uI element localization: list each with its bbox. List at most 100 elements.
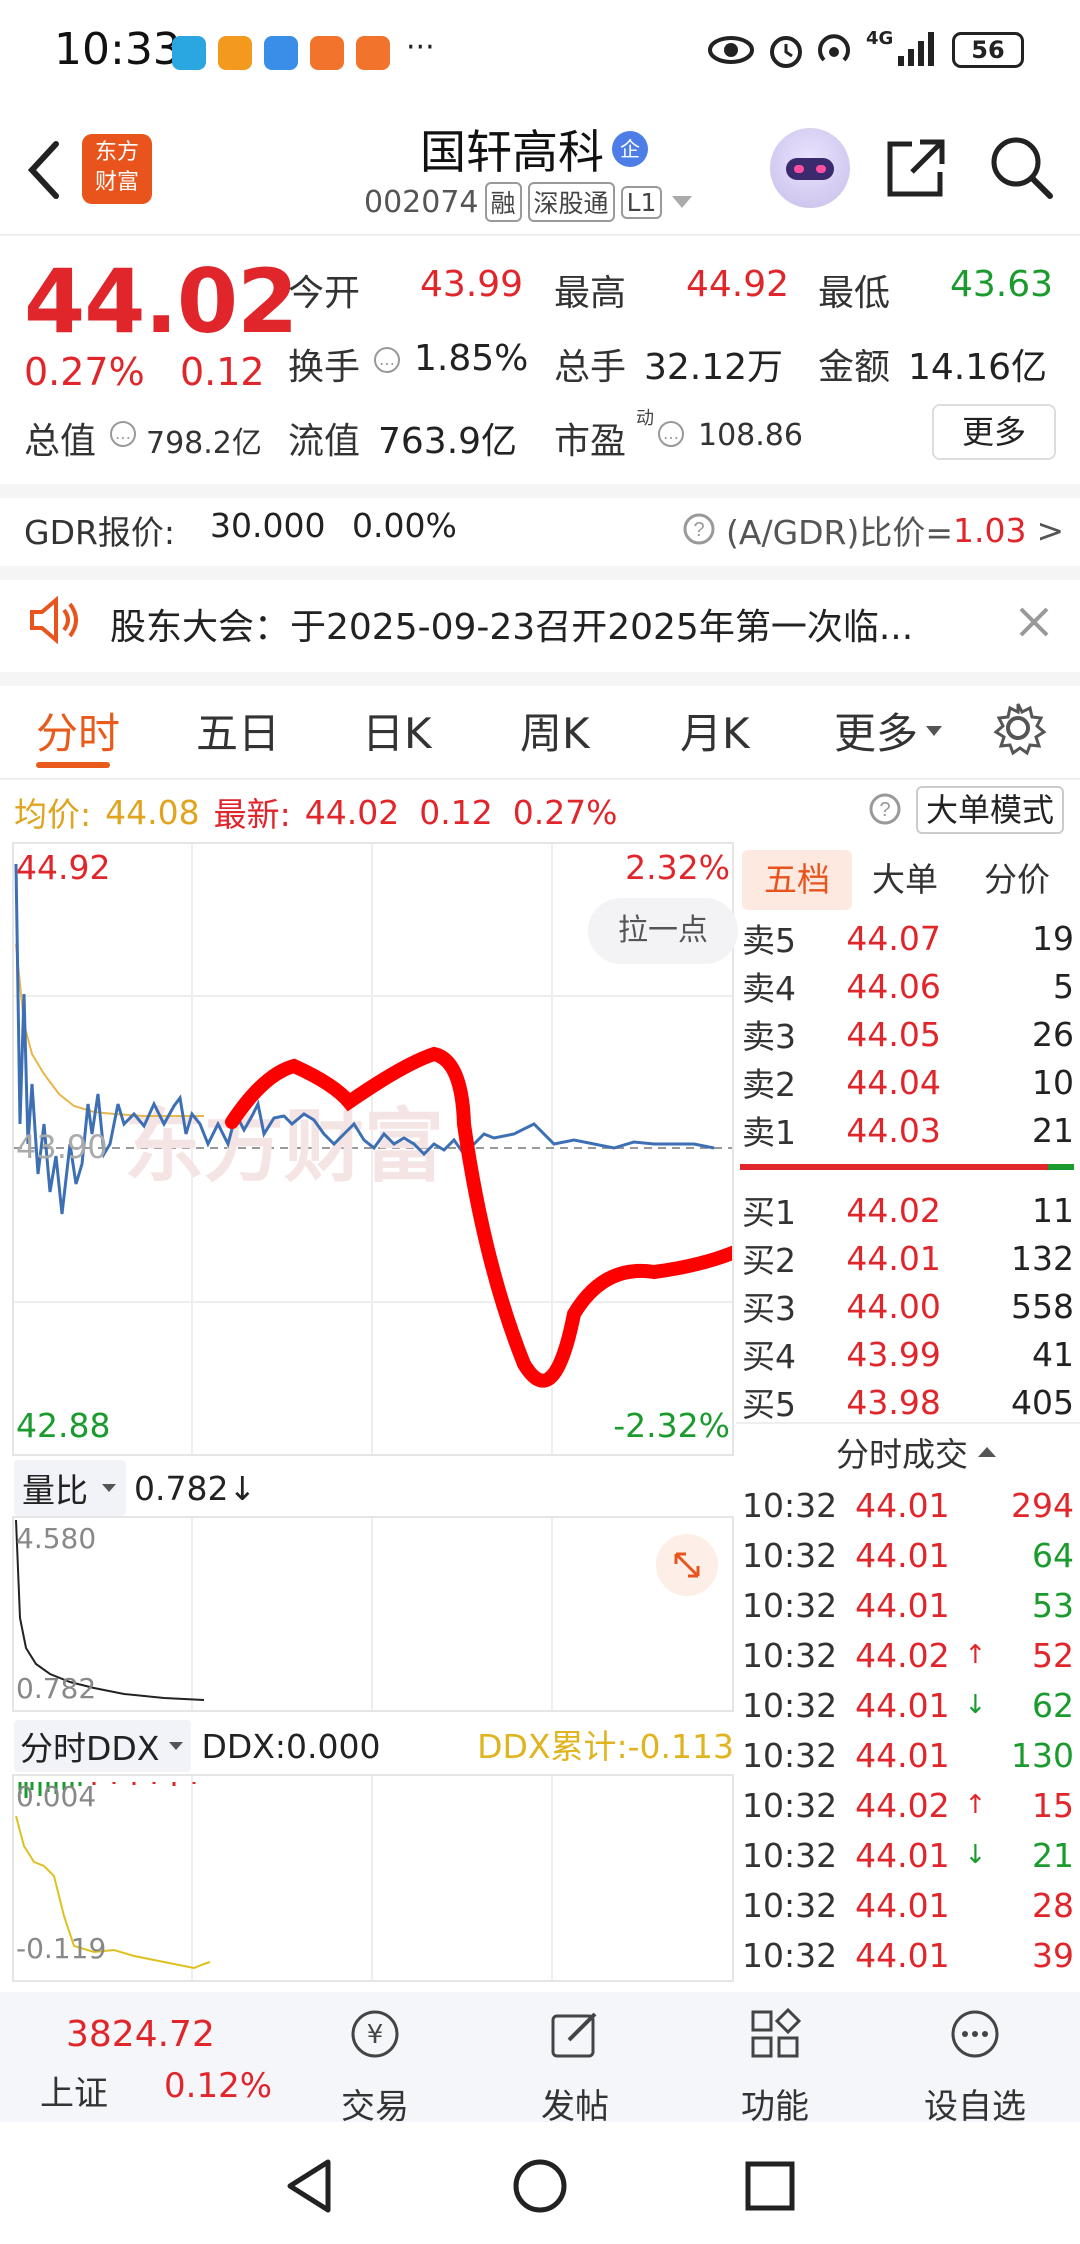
volume-ratio-value: 0.782 — [134, 1468, 229, 1508]
vol-ratio-bottom: 0.782 — [16, 1672, 97, 1705]
tab-daily-k[interactable]: 日K — [362, 700, 432, 761]
big-order-mode-button[interactable]: 大单模式 — [916, 786, 1064, 834]
chevron-right-icon: > — [1036, 510, 1065, 550]
ask-levels: 卖5 44.07 19 卖4 44.06 5 卖3 44.05 26 卖2 44.04 10 卖… — [742, 914, 1074, 1154]
trade-direction-icon: ↓ — [964, 1690, 987, 1720]
chart-top-percent: 2.32% — [625, 848, 730, 887]
status-bar: 10:33 ··· 4G 56 — [0, 0, 1080, 100]
info-icon[interactable]: … — [658, 421, 684, 447]
ask-row: 卖1 44.03 21 — [742, 1110, 1074, 1153]
trade-time: 10:32 — [742, 1935, 838, 1975]
chart-bottom-price: 42.88 — [16, 1406, 111, 1445]
hotspot-icon — [818, 34, 850, 62]
eastmoney-logo[interactable]: 东方 财富 — [82, 134, 152, 204]
stock-title: 国轩高科 企 — [420, 116, 648, 182]
ddx-cumulative: DDX累计:-0.113 — [477, 1727, 734, 1766]
help-icon[interactable]: ? — [682, 512, 716, 546]
help-icon[interactable]: ? — [868, 792, 902, 826]
open-value: 43.99 — [420, 264, 524, 305]
trade-price: 44.02 — [855, 1635, 950, 1675]
market-cap-value: 798.2亿 — [146, 426, 262, 461]
amount-value: 14.16亿 — [908, 347, 1048, 388]
trade-price: 44.01 — [855, 1685, 950, 1725]
change-value: 0.12 — [180, 350, 265, 394]
trade-volume: 15 — [1032, 1785, 1074, 1825]
chart-info-line: 均价: 44.08 最新: 44.02 0.12 0.27% — [14, 792, 618, 835]
gdr-ratio[interactable]: (A/GDR)比价= 1.03 > — [726, 506, 1064, 554]
trade-row: 10:32 44.01 ↓ 21 — [742, 1830, 1074, 1880]
battery-icon: 56 — [952, 32, 1024, 68]
trade-row: 10:32 44.01 39 — [742, 1930, 1074, 1980]
eye-icon — [708, 36, 754, 64]
tab-weekly-k[interactable]: 周K — [520, 700, 590, 761]
expand-icon[interactable] — [656, 1534, 718, 1596]
tab-intraday[interactable]: 分时 — [36, 700, 120, 761]
nav-recents-icon[interactable] — [744, 2160, 796, 2212]
trade-time: 10:32 — [742, 1835, 838, 1875]
post-button[interactable]: 发帖 — [500, 2006, 650, 2128]
tab-price-distribution[interactable]: 分价 — [984, 850, 1050, 910]
dropdown-caret-icon[interactable] — [670, 194, 694, 210]
settings-gear-icon[interactable] — [990, 700, 1046, 756]
ddx-chart: 0.004 -0.119 — [12, 1774, 734, 1982]
back-icon[interactable] — [26, 140, 62, 200]
trade-row: 10:32 44.01 130 — [742, 1730, 1074, 1780]
svg-text:¥: ¥ — [367, 2020, 384, 2050]
search-icon[interactable] — [988, 134, 1054, 200]
trade-price: 44.01 — [855, 1885, 950, 1925]
volume-ratio-selector[interactable]: 量比 — [14, 1460, 126, 1516]
trade-button[interactable]: ¥ 交易 — [300, 2006, 450, 2128]
trade-volume: 130 — [1011, 1735, 1074, 1775]
ddx-selector[interactable]: 分时DDX — [14, 1720, 192, 1772]
index-name[interactable]: 上证 — [40, 2066, 108, 2115]
bid-row: 买3 44.00 558 — [742, 1286, 1074, 1329]
trades-header[interactable]: 分时成交 — [836, 1428, 998, 1476]
nav-home-icon[interactable] — [512, 2158, 568, 2214]
trade-volume: 52 — [1032, 1635, 1074, 1675]
close-icon[interactable] — [1018, 606, 1050, 638]
trade-price: 44.01 — [855, 1585, 950, 1625]
trade-volume: 39 — [1032, 1935, 1074, 1975]
pe-label: 市盈 — [554, 421, 627, 462]
volume-ratio-header[interactable]: 量比 0.782 ↓ — [14, 1460, 256, 1516]
info-icon[interactable]: … — [374, 347, 400, 373]
index-value[interactable]: 3824.72 — [66, 2014, 215, 2055]
low-value: 43.63 — [950, 264, 1054, 305]
notice-text[interactable]: 股东大会：于2025-09-23召开2025年第一次临... — [110, 598, 913, 650]
tab-monthly-k[interactable]: 月K — [680, 700, 750, 761]
dropdown-caret-icon — [926, 725, 943, 736]
ddx-header[interactable]: 分时DDX DDX:0.000 — [14, 1720, 380, 1772]
tab-five-levels[interactable]: 五档 — [742, 850, 852, 910]
index-percent[interactable]: 0.12% — [164, 2066, 272, 2106]
more-quote-button[interactable]: 更多 — [932, 404, 1056, 460]
trade-volume: 53 — [1032, 1585, 1074, 1625]
tab-big-orders[interactable]: 大单 — [872, 850, 938, 910]
trade-direction-icon: ↓ — [964, 1840, 987, 1870]
float-cap-label: 流值 — [288, 421, 361, 462]
drag-hint[interactable]: 拉一点 — [588, 898, 738, 964]
svg-text:?: ? — [879, 799, 890, 821]
trade-list: 10:32 44.01 294 10:32 44.01 64 10:32 44.01 53 10:… — [742, 1480, 1074, 1980]
more-notifications-icon: ··· — [406, 30, 435, 65]
info-icon[interactable]: … — [110, 421, 136, 447]
nav-back-icon[interactable] — [284, 2158, 334, 2214]
trade-volume: 64 — [1032, 1535, 1074, 1575]
bid-row: 买4 43.99 41 — [742, 1334, 1074, 1377]
trade-time: 10:32 — [742, 1885, 838, 1925]
volume-value: 32.12万 — [644, 347, 784, 388]
assistant-avatar[interactable] — [770, 128, 850, 208]
intraday-chart[interactable]: 东方财富 44.92 2.32% 43.90 42.88 -2.32% 拉一点 — [12, 842, 738, 1456]
trade-volume: 294 — [1011, 1485, 1074, 1525]
trade-price: 44.01 — [855, 1485, 950, 1525]
share-icon[interactable] — [884, 136, 948, 200]
tab-more[interactable]: 更多 — [834, 700, 944, 761]
trade-row: 10:32 44.02 ↑ 52 — [742, 1630, 1074, 1680]
speaker-icon — [30, 596, 78, 644]
volume-label: 总手 — [554, 347, 627, 388]
trade-volume: 28 — [1032, 1885, 1074, 1925]
functions-button[interactable]: 功能 — [700, 2006, 850, 2128]
caret-up-icon — [978, 1447, 996, 1457]
system-nav-bar — [0, 2122, 1080, 2244]
add-watchlist-button[interactable]: 设自选 — [900, 2006, 1050, 2128]
tab-five-day[interactable]: 五日 — [196, 700, 280, 761]
